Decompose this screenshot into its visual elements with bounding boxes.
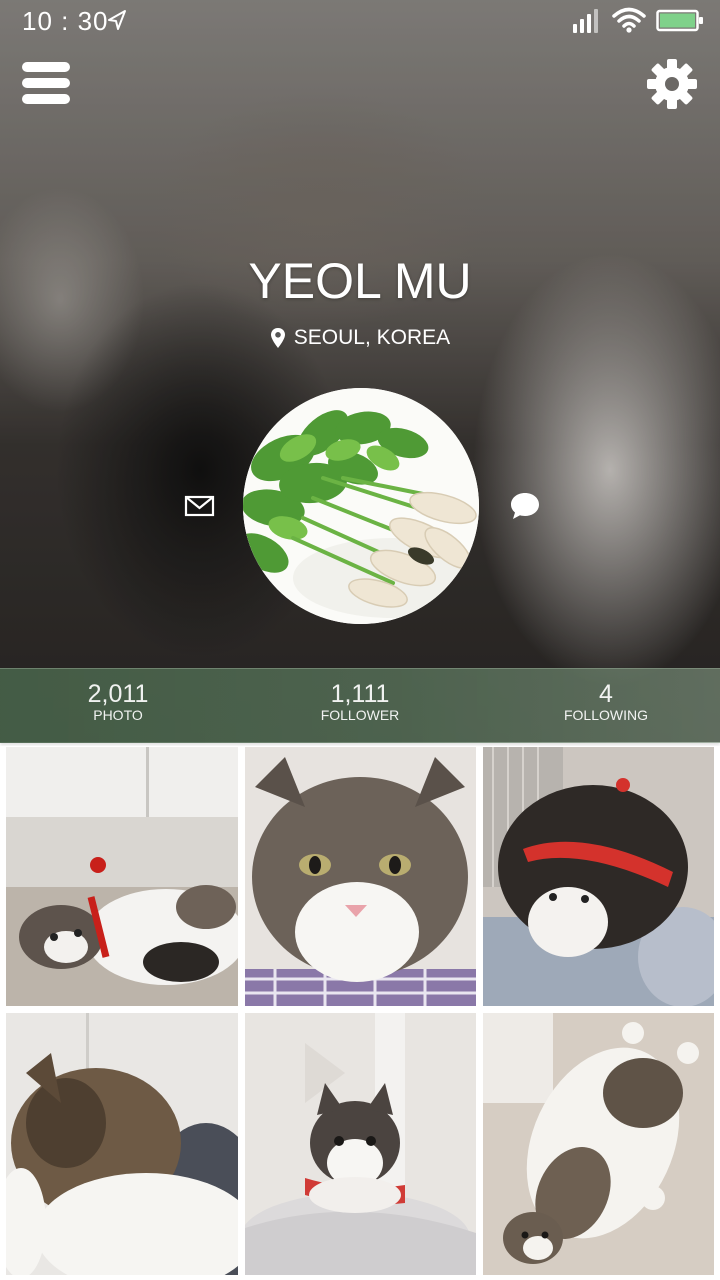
hamburger-menu-icon	[22, 62, 70, 72]
chat-bubble-icon	[511, 493, 539, 519]
background-shade	[0, 0, 720, 742]
navigation-arrow-icon	[108, 10, 126, 30]
message-button[interactable]	[184, 493, 216, 519]
chat-button[interactable]	[508, 490, 542, 522]
stat-photo[interactable]: 2,011 PHOTO	[18, 681, 218, 722]
cell-signal-icon	[573, 9, 598, 33]
photo-tile[interactable]	[6, 747, 238, 1006]
hamburger-menu-line	[22, 78, 70, 88]
hamburger-menu-line	[22, 94, 70, 104]
stat-follower-label: FOLLOWER	[320, 707, 400, 723]
envelope-icon	[184, 495, 215, 517]
menu-button[interactable]	[22, 60, 72, 106]
cat-photo-4	[6, 1013, 238, 1275]
cat-photo-1	[6, 747, 238, 1006]
photo-grid	[0, 746, 720, 1280]
status-time: 10 : 30	[22, 6, 109, 36]
cat-photo-2	[245, 747, 476, 1006]
wifi-icon	[612, 7, 646, 33]
profile-name: YEOL MU	[248, 253, 472, 309]
cat-photo-6	[483, 1013, 714, 1275]
photo-tile[interactable]	[483, 747, 714, 1006]
stat-following[interactable]: 4 FOLLOWING	[506, 681, 706, 722]
profile-stats-bar: 2,011 PHOTO 1,111 FOLLOWER 4 FOLLOWING	[0, 668, 720, 743]
stat-follower[interactable]: 1,111 FOLLOWER	[260, 681, 460, 722]
profile-location: SEOUL, KOREA	[0, 326, 720, 350]
photo-tile[interactable]	[483, 1013, 714, 1275]
profile-header-background	[0, 0, 720, 742]
settings-button[interactable]	[645, 57, 699, 111]
radish-bunch-photo	[243, 388, 479, 624]
stat-follower-count: 1,111	[330, 680, 390, 708]
status-bar: 10 : 30	[0, 0, 720, 44]
map-pin-icon	[270, 328, 285, 348]
stat-photo-label: PHOTO	[93, 707, 143, 723]
photo-tile[interactable]	[245, 747, 476, 1006]
stat-following-label: FOLLOWING	[563, 707, 648, 723]
cat-photo-5	[245, 1013, 476, 1275]
stat-photo-count: 2,011	[87, 680, 149, 708]
cat-photo-3	[483, 747, 714, 1006]
photo-tile[interactable]	[6, 1013, 238, 1275]
profile-avatar[interactable]	[243, 388, 479, 624]
location-label: SEOUL, KOREA	[293, 326, 451, 349]
battery-icon	[656, 9, 703, 32]
photo-tile[interactable]	[245, 1013, 476, 1275]
stat-following-count: 4	[599, 680, 613, 708]
